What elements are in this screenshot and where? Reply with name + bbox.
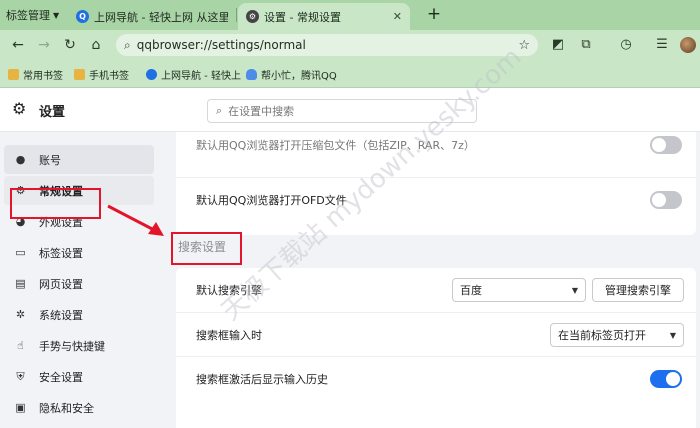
sidebar-item-security[interactable]: ⛨ 安全设置 — [4, 362, 154, 391]
search-icon: ⌕ — [124, 37, 131, 52]
settings-page: ⚙ 设置 ⌕ ● 账号 ⚙ 常规设置 ◕ 外观设置 ▭ 标签设置 ▤ 网页设置 … — [0, 88, 700, 428]
sidebar-item-account[interactable]: ● 账号 — [4, 145, 154, 174]
chevron-down-icon: ▼ — [571, 285, 578, 295]
cloud-icon — [246, 68, 257, 80]
sidebar-item-label: 安全设置 — [39, 370, 83, 384]
shield-icon: ⛨ — [16, 369, 25, 383]
tab-settings[interactable]: ⚙ 设置 - 常规设置 ✕ — [238, 3, 410, 30]
search-icon: ⌕ — [216, 104, 223, 117]
forward-arrow-icon[interactable]: → — [34, 35, 54, 55]
setting-label: 默认用QQ浏览器打开压缩包文件（包括ZIP、RAR、7z） — [196, 139, 475, 152]
bookmark-label: 帮小忙，腾讯QQ — [261, 70, 337, 82]
globe-icon — [146, 68, 157, 80]
close-icon[interactable]: ✕ — [393, 10, 402, 23]
folder-icon — [74, 68, 85, 80]
qq-browser-favicon-icon: Q — [76, 10, 89, 23]
settings-row: 默认用QQ浏览器打开压缩包文件（包括ZIP、RAR、7z） — [176, 132, 696, 167]
palette-icon: ◕ — [15, 215, 26, 228]
bookmark-item[interactable]: 帮小忙，腾讯QQ — [246, 66, 337, 82]
sidebar-item-label: 常规设置 — [39, 184, 83, 198]
zip-toggle[interactable] — [650, 136, 682, 154]
settings-row: 默认用QQ浏览器打开OFD文件 — [176, 177, 696, 221]
settings-row: 默认搜索引擎 百度 ▼ 管理搜索引擎 — [176, 268, 696, 312]
file-settings-card: 默认用QQ浏览器打开压缩包文件（包括ZIP、RAR、7z） 默认用QQ浏览器打开… — [176, 132, 696, 235]
browser-toolbar: ← → ↻ ⌂ ⌕ qqbrowser://settings/normal ☆ … — [0, 30, 700, 60]
extensions-icon[interactable]: ⧉ — [576, 35, 596, 55]
tab-window-icon: ▭ — [15, 246, 26, 259]
bookmark-item[interactable]: 上网导航 - 轻快上 — [146, 66, 241, 82]
sidebar-item-webpage[interactable]: ▤ 网页设置 — [4, 269, 154, 298]
address-bar[interactable]: ⌕ qqbrowser://settings/normal ☆ — [116, 34, 538, 56]
sidebar-item-label: 账号 — [39, 153, 61, 167]
setting-label: 默认搜索引擎 — [196, 284, 262, 297]
chevron-down-icon: ▼ — [669, 330, 676, 340]
tab-manager-button[interactable]: 标签管理 ▼ — [6, 6, 59, 24]
settings-search-box[interactable]: ⌕ — [207, 99, 477, 123]
setting-label: 默认用QQ浏览器打开OFD文件 — [196, 193, 347, 207]
settings-header: ⚙ 设置 ⌕ — [0, 88, 700, 132]
avatar[interactable] — [680, 37, 696, 53]
search-input[interactable] — [228, 104, 449, 118]
screenshot-icon[interactable]: ◩ — [548, 35, 568, 55]
gear-icon: ⚙ — [246, 10, 259, 23]
sidebar-item-gestures[interactable]: ☝ 手势与快捷键 — [4, 331, 154, 360]
page-title: 设置 — [39, 105, 66, 120]
sidebar-item-privacy[interactable]: ▣ 隐私和安全 — [4, 393, 154, 422]
gear-icon: ⚙ — [12, 99, 27, 118]
setting-label: 搜索框输入时 — [196, 328, 262, 342]
home-icon[interactable]: ⌂ — [86, 35, 106, 55]
webpage-icon: ▤ — [15, 277, 26, 290]
section-title: 搜索设置 — [178, 240, 227, 254]
bookmark-label: 常用书签 — [23, 70, 63, 82]
search-engine-select[interactable]: 百度 ▼ — [452, 278, 586, 302]
bookmark-label: 手机书签 — [89, 70, 129, 82]
settings-content: 默认用QQ浏览器打开压缩包文件（包括ZIP、RAR、7z） 默认用QQ浏览器打开… — [160, 132, 700, 428]
history-icon[interactable]: ◷ — [616, 35, 636, 55]
tab-navigation[interactable]: Q 上网导航 - 轻快上网 从这里开始 — [68, 3, 236, 30]
system-gears-icon: ✲ — [15, 308, 26, 321]
select-value: 百度 — [460, 284, 482, 297]
sidebar-item-label: 外观设置 — [39, 215, 83, 229]
bookmark-item[interactable]: 手机书签 — [74, 66, 129, 82]
sidebar-item-label: 系统设置 — [39, 308, 83, 322]
bookmark-item[interactable]: 常用书签 — [8, 66, 63, 82]
hand-icon: ☝ — [17, 339, 24, 352]
search-open-mode-select[interactable]: 在当前标签页打开 ▼ — [550, 323, 684, 347]
tab-separator — [236, 8, 237, 22]
sidebar-item-label: 网页设置 — [39, 277, 83, 291]
reload-icon[interactable]: ↻ — [60, 35, 80, 55]
arrow-annotation-icon — [107, 204, 164, 236]
settings-sidebar: ● 账号 ⚙ 常规设置 ◕ 外观设置 ▭ 标签设置 ▤ 网页设置 ✲ 系统设置 … — [0, 132, 160, 428]
tab-manager-label: 标签管理 — [6, 9, 50, 22]
lock-icon: ▣ — [15, 401, 26, 414]
search-settings-card: 默认搜索引擎 百度 ▼ 管理搜索引擎 搜索框输入时 在当前标签页打开 ▼ 搜索框… — [176, 268, 696, 428]
ofd-toggle[interactable] — [650, 191, 682, 209]
tab-title: 上网导航 - 轻快上网 从这里开始 — [94, 10, 228, 24]
new-tab-button[interactable]: + — [424, 3, 444, 25]
url-text[interactable]: qqbrowser://settings/normal — [137, 38, 519, 52]
bookmark-label: 上网导航 - 轻快上 — [161, 70, 241, 82]
folder-icon — [8, 68, 19, 80]
sidebar-item-system[interactable]: ✲ 系统设置 — [4, 300, 154, 329]
tab-strip: 标签管理 ▼ Q 上网导航 - 轻快上网 从这里开始 ⚙ 设置 - 常规设置 ✕… — [0, 0, 700, 30]
menu-icon[interactable]: ☰ — [652, 35, 672, 55]
search-history-toggle[interactable] — [650, 370, 682, 388]
back-arrow-icon[interactable]: ← — [8, 35, 28, 55]
person-icon: ● — [15, 153, 26, 166]
chevron-down-icon: ▼ — [53, 10, 60, 20]
gear-icon: ⚙ — [15, 184, 26, 197]
setting-label: 搜索框激活后显示输入历史 — [196, 372, 328, 386]
bookmarks-bar: 常用书签 手机书签 上网导航 - 轻快上 帮小忙，腾讯QQ — [0, 60, 700, 88]
manage-search-engines-button[interactable]: 管理搜索引擎 — [592, 278, 684, 302]
settings-row: 搜索框激活后显示输入历史 — [176, 356, 696, 400]
sidebar-item-tabs[interactable]: ▭ 标签设置 — [4, 238, 154, 267]
select-value: 在当前标签页打开 — [558, 329, 646, 342]
sidebar-item-label: 标签设置 — [39, 246, 83, 260]
sidebar-item-label: 隐私和安全 — [39, 401, 94, 415]
sidebar-item-label: 手势与快捷键 — [39, 339, 105, 353]
settings-row: 搜索框输入时 在当前标签页打开 ▼ — [176, 312, 696, 356]
bookmark-star-icon[interactable]: ☆ — [518, 38, 530, 53]
tab-title: 设置 - 常规设置 — [264, 10, 341, 24]
